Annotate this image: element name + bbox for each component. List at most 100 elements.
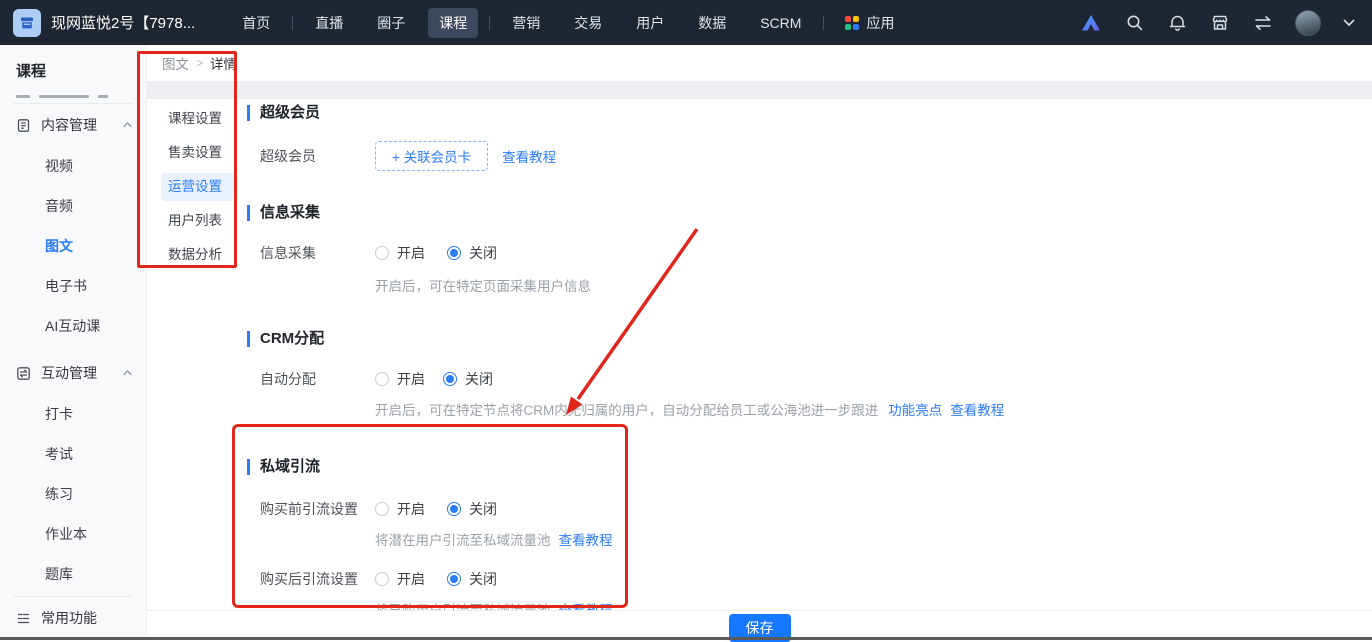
triangle-a-logo-icon[interactable] [1080, 12, 1102, 34]
associate-member-card-button[interactable]: + 关联会员卡 [375, 141, 488, 171]
submenu-item-user-list[interactable]: 用户列表 [161, 207, 234, 235]
main-card: 课程设置 售卖设置 运营设置 用户列表 数据分析 超级会员 超级会员 + 关联会… [147, 99, 1372, 610]
helper-info-collect: 开启后，可在特定页面采集用户信息 [375, 275, 1372, 295]
radio-auto-assign-off[interactable]: 关闭 [443, 369, 493, 389]
nav-tab-apps[interactable]: 应用 [835, 8, 904, 38]
sidebar-item-common-functions[interactable]: 常用功能 [0, 597, 146, 630]
sidebar-group-content-management[interactable]: 内容管理 [0, 104, 146, 146]
sidebar-item-video[interactable]: 视频 [0, 146, 146, 186]
view-tutorial-link[interactable]: 查看教程 [950, 399, 1004, 419]
nav-tab-home[interactable]: 首页 [231, 8, 281, 38]
radio-unchecked-icon[interactable] [375, 572, 389, 586]
helper-post-purchase-text: 将已购用户引流至私域流量池 [375, 599, 551, 610]
app-grid-icon [845, 16, 859, 30]
nav-tab-live[interactable]: 直播 [304, 8, 354, 38]
nav-tab-scrm[interactable]: SCRM [749, 10, 812, 36]
section-title-super-member: 超级会员 [247, 105, 1372, 121]
nav-tab-data[interactable]: 数据 [687, 8, 737, 38]
submenu-item-data-analysis[interactable]: 数据分析 [161, 241, 234, 269]
nav-tab-marketing[interactable]: 营销 [501, 8, 551, 38]
sidebar-item-exam[interactable]: 考试 [0, 434, 146, 474]
field-label-info-collect: 信息采集 [260, 243, 375, 263]
radio-unchecked-icon[interactable] [375, 246, 389, 260]
top-nav: 首页 直播 圈子 课程 营销 交易 用户 数据 SCRM 应用 [225, 8, 910, 38]
submenu-item-course-settings[interactable]: 课程设置 [161, 105, 234, 133]
list-icon [16, 611, 31, 626]
document-icon [16, 118, 31, 133]
operation-settings-form: 超级会员 超级会员 + 关联会员卡 查看教程 信息采集 信息采集 开启 关闭 开… [240, 99, 1372, 610]
sidebar-item-ebook[interactable]: 电子书 [0, 266, 146, 306]
radio-post-purchase-on[interactable]: 开启 [375, 569, 425, 589]
helper-crm-text: 开启后，可在特定节点将CRM内无归属的用户，自动分配给员工或公海池进一步跟进 [375, 399, 878, 419]
form-footer: 保存 [147, 610, 1372, 640]
radio-unchecked-icon[interactable] [375, 502, 389, 516]
chevron-up-icon [123, 370, 132, 376]
section-title-private-traffic: 私域引流 [247, 459, 1372, 475]
topbar: 现网蓝悦2号【7978... 首页 直播 圈子 课程 营销 交易 用户 数据 S… [0, 0, 1372, 45]
sidebar-item-ai-course[interactable]: AI互动课 [0, 306, 146, 346]
radio-unchecked-icon[interactable] [375, 372, 389, 386]
section-title-info-collect: 信息采集 [247, 205, 1372, 221]
radio-info-collect-on[interactable]: 开启 [375, 243, 425, 263]
radio-checked-icon[interactable] [443, 372, 457, 386]
radio-checked-icon[interactable] [447, 572, 461, 586]
sidebar-title: 课程 [0, 45, 146, 89]
radio-checked-icon[interactable] [447, 502, 461, 516]
topbar-icons [1080, 10, 1356, 36]
radio-info-collect-off[interactable]: 关闭 [447, 243, 497, 263]
sidebar-item-audio[interactable]: 音频 [0, 186, 146, 226]
view-tutorial-link[interactable]: 查看教程 [559, 529, 613, 549]
store-name[interactable]: 现网蓝悦2号【7978... [51, 12, 195, 33]
feature-highlight-link[interactable]: 功能亮点 [888, 399, 942, 419]
shop-logo-icon[interactable] [13, 9, 41, 37]
helper-post-purchase: 将已购用户引流至私域流量池 查看教程 [375, 599, 1372, 610]
chevron-down-icon[interactable] [1342, 12, 1356, 34]
sidebar-item-practice[interactable]: 练习 [0, 474, 146, 514]
sidebar-item-article[interactable]: 图文 [0, 226, 146, 266]
sidebar-group-label: 互动管理 [41, 363, 97, 383]
radio-auto-assign-on[interactable]: 开启 [375, 369, 425, 389]
nav-tab-trade[interactable]: 交易 [563, 8, 613, 38]
nav-divider [489, 16, 490, 30]
breadcrumb-parent[interactable]: 图文 [162, 53, 189, 73]
radio-post-purchase-off[interactable]: 关闭 [447, 569, 497, 589]
helper-pre-purchase-text: 将潜在用户引流至私域流量池 [375, 529, 551, 549]
sidebar-group-label: 内容管理 [41, 115, 97, 135]
view-tutorial-link[interactable]: 查看教程 [502, 146, 556, 166]
field-label-super-member: 超级会员 [260, 146, 375, 166]
sidebar-item-checkin[interactable]: 打卡 [0, 394, 146, 434]
search-icon[interactable] [1123, 12, 1145, 34]
interaction-icon [16, 366, 31, 381]
submenu-item-sale-settings[interactable]: 售卖设置 [161, 139, 234, 167]
radio-checked-icon[interactable] [447, 246, 461, 260]
nav-divider [292, 16, 293, 30]
radio-pre-purchase-on[interactable]: 开启 [375, 499, 425, 519]
nav-tab-users[interactable]: 用户 [625, 8, 675, 38]
field-label-pre-purchase: 购买前引流设置 [260, 499, 375, 519]
field-label-auto-assign: 自动分配 [260, 369, 375, 389]
helper-pre-purchase: 将潜在用户引流至私域流量池 查看教程 [375, 529, 1372, 549]
storefront-glyph [19, 15, 35, 31]
helper-crm: 开启后，可在特定节点将CRM内无归属的用户，自动分配给员工或公海池进一步跟进 功… [375, 399, 1372, 419]
nav-apps-label: 应用 [866, 13, 894, 33]
sidebar-group-interaction-management[interactable]: 互动管理 [0, 352, 146, 394]
sidebar: 课程 内容管理 视频 音频 图文 电子书 AI互动课 互动管理 [0, 45, 147, 640]
sidebar-item-question-bank[interactable]: 题库 [0, 554, 146, 594]
view-tutorial-link[interactable]: 查看教程 [559, 599, 613, 610]
bell-icon[interactable] [1166, 12, 1188, 34]
page-background-gap [147, 81, 1372, 99]
nav-divider [823, 16, 824, 30]
nav-tab-course[interactable]: 课程 [428, 8, 478, 38]
radio-pre-purchase-off[interactable]: 关闭 [447, 499, 497, 519]
submenu-item-operation-settings[interactable]: 运营设置 [161, 173, 234, 201]
breadcrumb-separator: > [196, 56, 203, 70]
nav-tab-circle[interactable]: 圈子 [366, 8, 416, 38]
swap-icon[interactable] [1252, 12, 1274, 34]
store-icon[interactable] [1209, 12, 1231, 34]
clipped-menu-item [0, 89, 146, 98]
avatar[interactable] [1295, 10, 1321, 36]
sidebar-item-workbook[interactable]: 作业本 [0, 514, 146, 554]
breadcrumb: 图文 > 详情 [147, 45, 1372, 81]
sidebar-bottom: 常用功能 [0, 591, 146, 640]
field-label-post-purchase: 购买后引流设置 [260, 569, 375, 589]
